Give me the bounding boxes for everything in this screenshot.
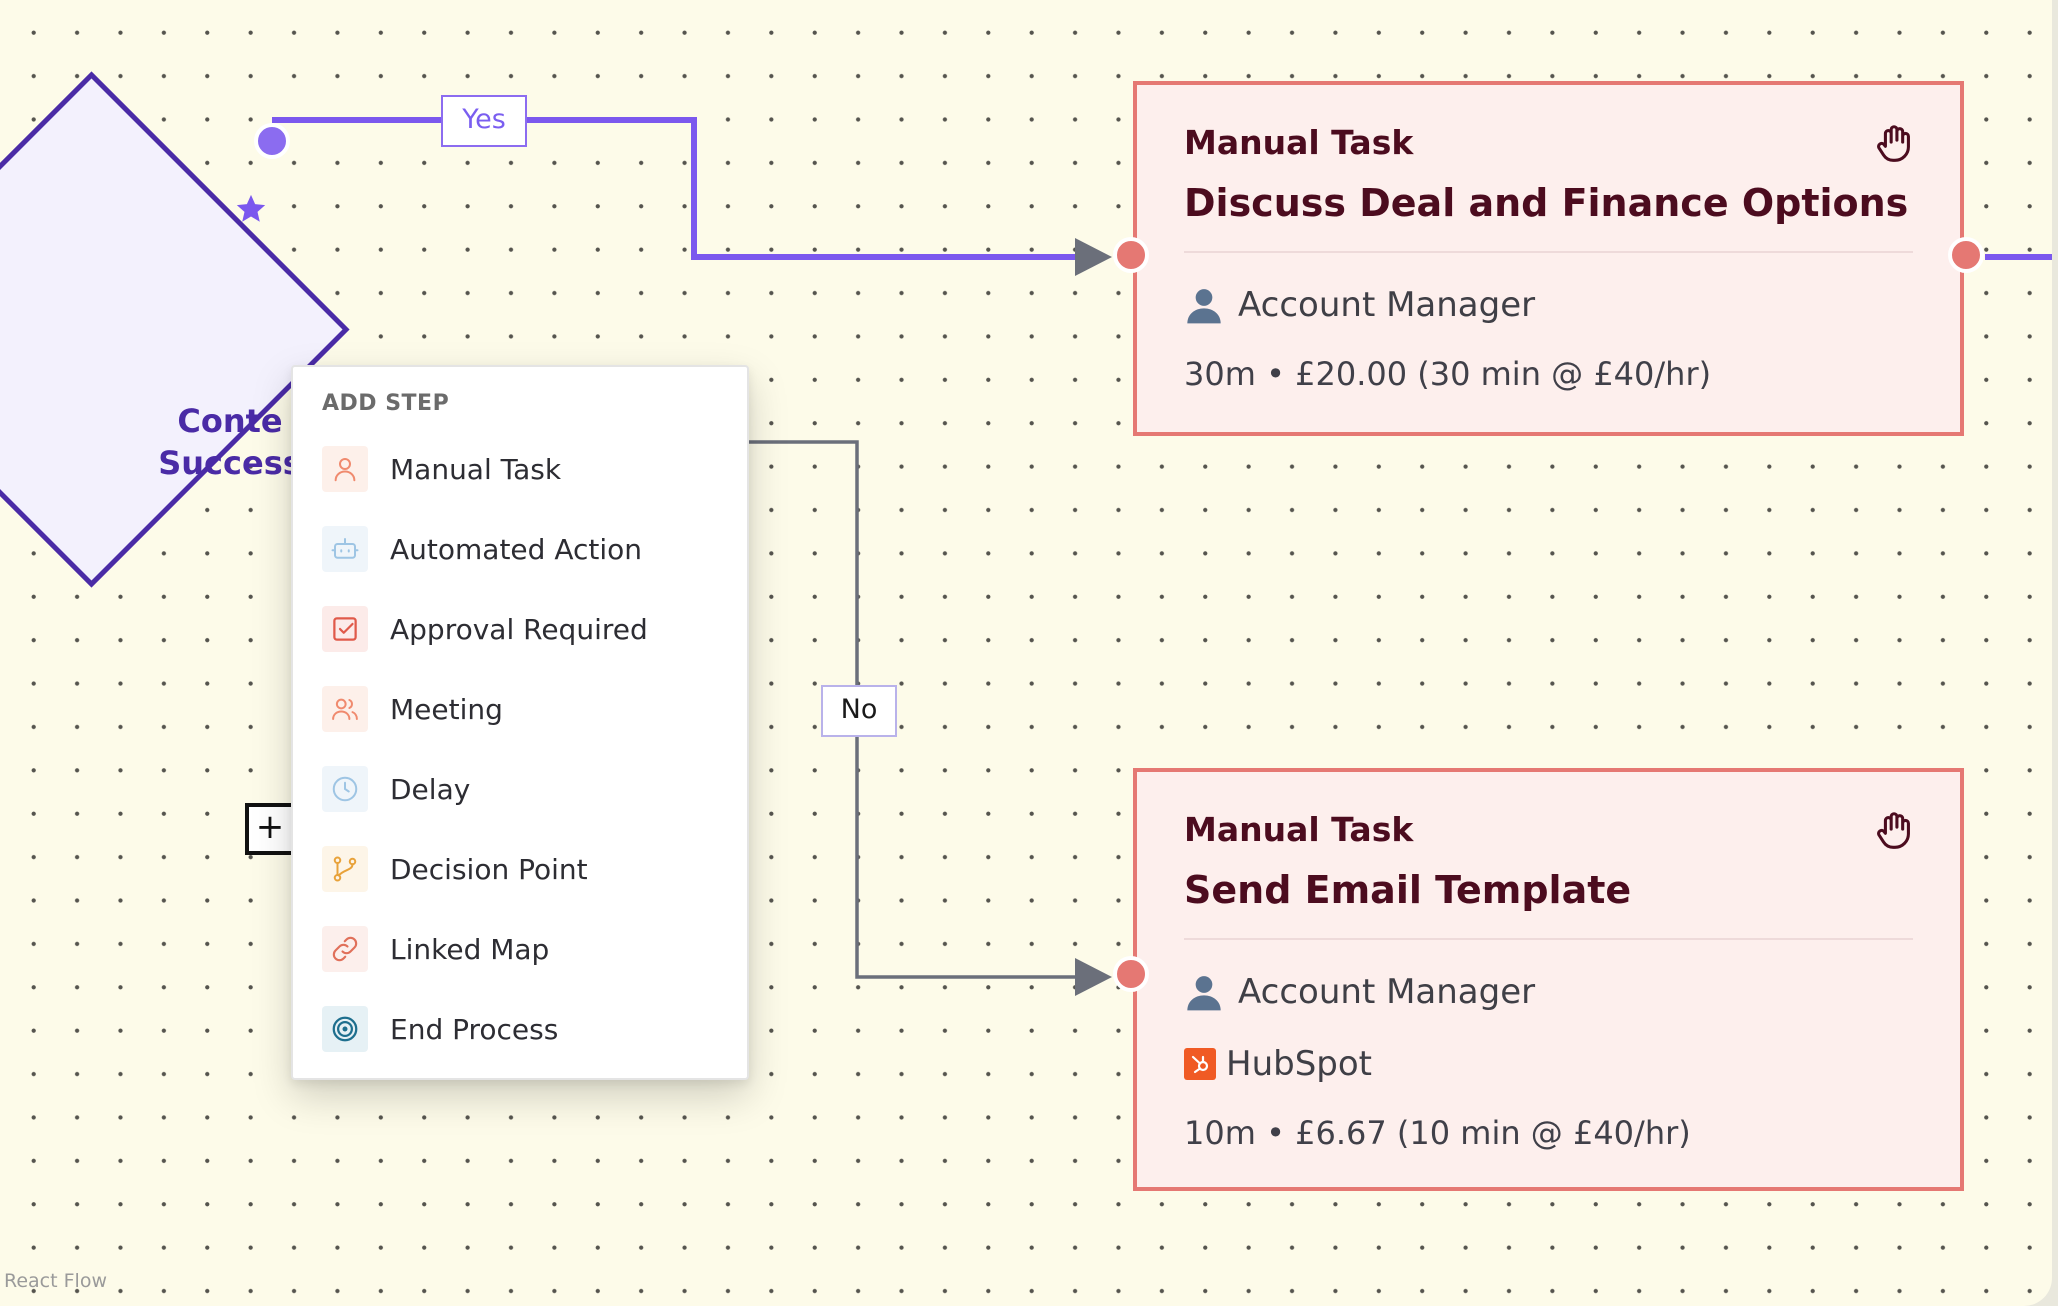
- person-icon: [1187, 289, 1221, 324]
- edge-label-yes[interactable]: Yes: [441, 95, 527, 147]
- edge-label-no[interactable]: No: [821, 685, 897, 737]
- robot-icon: [322, 526, 368, 572]
- yes-edge[interactable]: [272, 117, 1083, 260]
- card-cost: 10m • £6.67 (10 min @ £40/hr): [1184, 1114, 1691, 1152]
- menu-item-end-process[interactable]: End Process: [322, 1003, 722, 1055]
- card-type: Manual Task: [1184, 123, 1414, 162]
- people-icon: [322, 686, 368, 732]
- card-title: Discuss Deal and Finance Options: [1184, 181, 1909, 225]
- card-role: Account Manager: [1184, 285, 1535, 325]
- menu-item-automated-action[interactable]: Automated Action: [322, 523, 722, 575]
- card-title: Send Email Template: [1184, 868, 1632, 912]
- menu-item-label: Manual Task: [390, 452, 562, 486]
- menu-item-label: Delay: [390, 772, 471, 806]
- react-flow-attribution[interactable]: React Flow: [4, 1270, 107, 1292]
- card-tool-label: HubSpot: [1226, 1044, 1372, 1084]
- star-icon: [236, 194, 266, 222]
- card-cost: 30m • £20.00 (30 min @ £40/hr): [1184, 355, 1712, 393]
- card-divider: [1184, 938, 1913, 940]
- card-source-handle[interactable]: [1948, 237, 1984, 273]
- card-role: Account Manager: [1184, 972, 1535, 1012]
- checkbox-icon: [322, 606, 368, 652]
- menu-item-label: End Process: [390, 1012, 559, 1046]
- hand-icon: [1877, 125, 1910, 162]
- add-step-menu: ADD STEP Manual Task Automated Action Appr…: [291, 365, 749, 1080]
- hubspot-icon: [1184, 1048, 1216, 1080]
- menu-title: ADD STEP: [322, 391, 450, 416]
- card-target-handle[interactable]: [1113, 956, 1149, 992]
- no-edge[interactable]: [749, 440, 1083, 979]
- flow-canvas[interactable]: Yes No Conte Success + Manual Task Discu…: [0, 0, 2052, 1306]
- card-type: Manual Task: [1184, 810, 1414, 849]
- clock-icon: [322, 766, 368, 812]
- link-icon: [322, 926, 368, 972]
- card-divider: [1184, 251, 1913, 253]
- card-role-label: Account Manager: [1238, 285, 1536, 325]
- card-role-label: Account Manager: [1238, 972, 1536, 1012]
- menu-item-linked-map[interactable]: Linked Map: [322, 923, 722, 975]
- person-icon: [1187, 976, 1221, 1011]
- yes-edge-arrow: [1075, 238, 1112, 276]
- menu-item-approval-required[interactable]: Approval Required: [322, 603, 722, 655]
- menu-item-manual-task[interactable]: Manual Task: [322, 443, 722, 495]
- hand-icon: [1877, 812, 1910, 849]
- target-icon: [322, 1006, 368, 1052]
- branch-icon: [322, 846, 368, 892]
- person-icon: [322, 446, 368, 492]
- decision-source-handle[interactable]: [254, 123, 290, 159]
- menu-item-delay[interactable]: Delay: [322, 763, 722, 815]
- no-edge-arrow: [1075, 958, 1112, 996]
- menu-item-label: Automated Action: [390, 532, 643, 566]
- menu-item-label: Linked Map: [390, 932, 550, 966]
- menu-item-label: Approval Required: [390, 612, 648, 646]
- add-step-button[interactable]: +: [245, 803, 295, 855]
- task-card[interactable]: Manual Task Discuss Deal and Finance Opt…: [1113, 81, 1984, 436]
- menu-item-meeting[interactable]: Meeting: [322, 683, 722, 735]
- card-tool: HubSpot: [1184, 1044, 1372, 1084]
- card-target-handle[interactable]: [1113, 237, 1149, 273]
- menu-item-label: Meeting: [390, 692, 503, 726]
- task-card[interactable]: Manual Task Send Email Template Account …: [1113, 768, 1964, 1191]
- menu-item-decision-point[interactable]: Decision Point: [322, 843, 722, 895]
- menu-item-label: Decision Point: [390, 852, 588, 886]
